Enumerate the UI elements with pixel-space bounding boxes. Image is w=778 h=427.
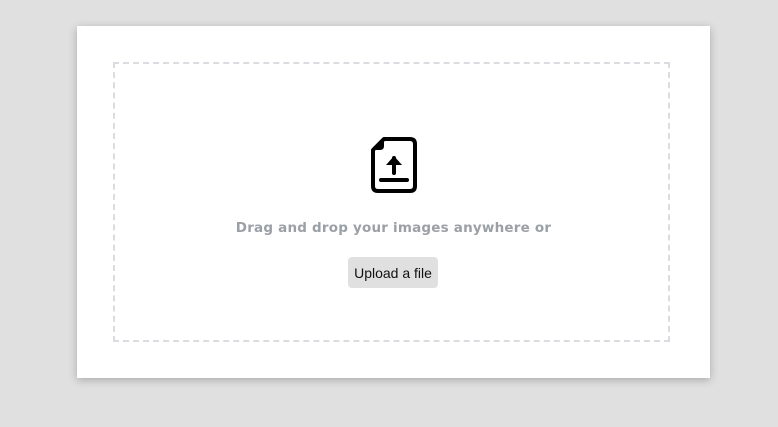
file-upload-icon [371, 137, 417, 193]
drop-zone[interactable] [113, 62, 670, 342]
upload-file-button[interactable]: Upload a file [348, 257, 438, 288]
upload-card: Drag and drop your images anywhere or Up… [77, 26, 710, 378]
drag-drop-prompt: Drag and drop your images anywhere or [235, 220, 552, 236]
